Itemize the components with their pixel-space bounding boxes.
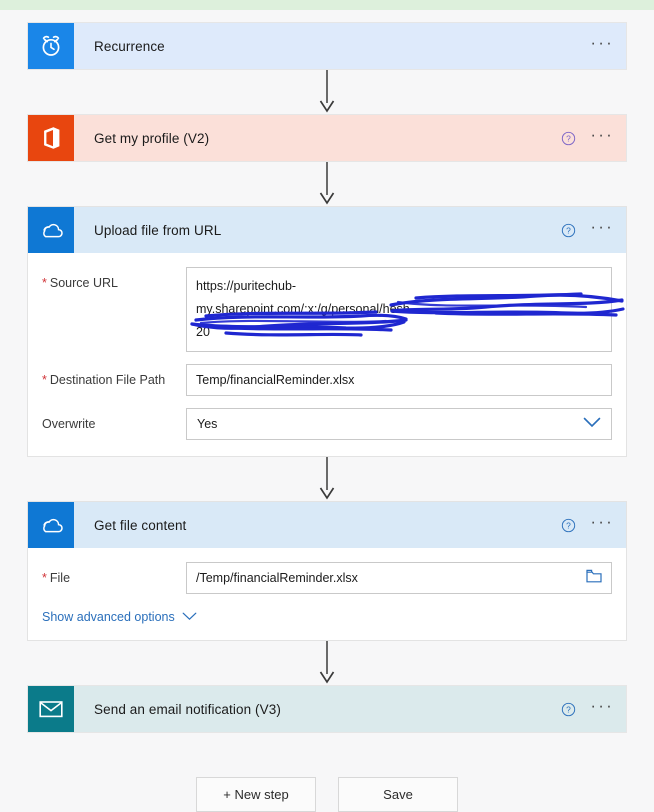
field-control-overwrite: Yes [186, 408, 612, 440]
step-header-actions: ? ··· [561, 686, 614, 732]
connector-arrow [12, 641, 642, 685]
chevron-down-icon[interactable] [583, 416, 601, 432]
show-advanced-options-label: Show advanced options [42, 610, 175, 624]
step-header-actions: ? ··· [561, 115, 614, 161]
step-title: Get file content [94, 517, 187, 533]
overwrite-selected-value: Yes [197, 417, 218, 431]
connector-arrow [12, 457, 642, 501]
field-control-destination-file-path: Temp/financialReminder.xlsx [186, 364, 612, 396]
source-url-line-3: 20 [196, 325, 210, 339]
required-marker: * [42, 571, 47, 585]
field-label-text: File [49, 571, 71, 585]
new-step-button[interactable]: + New step [196, 777, 316, 812]
step-title: Get my profile (V2) [94, 130, 210, 146]
overwrite-dropdown[interactable]: Yes [186, 408, 612, 440]
step-header-actions: ··· [590, 23, 614, 69]
step-body-get-file-content: * File /Temp/financialReminder.xlsx Show… [28, 548, 626, 640]
step-header-recurrence[interactable]: Recurrence ··· [28, 23, 626, 69]
chevron-down-icon [182, 610, 197, 624]
field-control-file: /Temp/financialReminder.xlsx [186, 562, 612, 594]
required-marker: * [42, 276, 47, 290]
svg-text:?: ? [567, 704, 572, 714]
connector-arrow [12, 70, 642, 114]
step-header-send-email-notification[interactable]: Send an email notification (V3) ? ··· [28, 686, 626, 732]
step-menu-button[interactable]: ··· [590, 34, 614, 53]
step-header-upload-file-from-url[interactable]: Upload file from URL ? ··· [28, 207, 626, 253]
help-icon[interactable]: ? [561, 702, 576, 717]
svg-text:?: ? [567, 520, 572, 530]
field-label-overwrite: Overwrite [42, 417, 96, 431]
onedrive-cloud-icon [28, 502, 74, 548]
field-label-destination-file-path: * Destination File Path [42, 364, 186, 388]
file-path-input[interactable]: /Temp/financialReminder.xlsx [186, 562, 612, 594]
help-icon[interactable]: ? [561, 131, 576, 146]
office365-icon [28, 115, 74, 161]
connector-arrow [12, 162, 642, 206]
footer-actions: + New step Save [12, 777, 642, 812]
source-url-line-1: https://puritechub- [196, 279, 297, 293]
top-green-strip [0, 0, 654, 10]
field-label-text: Destination File Path [49, 373, 166, 387]
help-icon[interactable]: ? [561, 223, 576, 238]
folder-picker-icon[interactable] [586, 569, 602, 587]
field-label-text: Source URL [49, 276, 118, 290]
source-url-line-2: my.sharepoint.com/:x:/g/personal/hesh [196, 302, 410, 316]
required-marker: * [42, 373, 47, 387]
show-advanced-options-link[interactable]: Show advanced options [42, 610, 197, 624]
svg-text:?: ? [567, 225, 572, 235]
svg-text:?: ? [567, 133, 572, 143]
onedrive-cloud-icon [28, 207, 74, 253]
file-path-value: /Temp/financialReminder.xlsx [196, 571, 358, 585]
step-title: Upload file from URL [94, 222, 222, 238]
step-title: Send an email notification (V3) [94, 701, 281, 717]
field-control-source-url: https://puritechub- my.sharepoint.com/:x… [186, 267, 625, 352]
field-label-source-url: * Source URL [42, 267, 186, 291]
help-icon[interactable]: ? [561, 518, 576, 533]
save-button[interactable]: Save [338, 777, 458, 812]
step-menu-button[interactable]: ··· [590, 218, 614, 237]
step-menu-button[interactable]: ··· [590, 126, 614, 145]
destination-file-path-input[interactable]: Temp/financialReminder.xlsx [186, 364, 612, 396]
flow-step-get-my-profile[interactable]: Get my profile (V2) ? ··· [27, 114, 627, 162]
step-header-actions: ? ··· [561, 207, 614, 253]
field-row-source-url: * Source URL https://puritechub- my.share… [42, 267, 625, 352]
envelope-icon [28, 686, 74, 732]
step-header-get-my-profile[interactable]: Get my profile (V2) ? ··· [28, 115, 626, 161]
step-title: Recurrence [94, 38, 165, 54]
step-header-actions: ? ··· [561, 502, 614, 548]
field-row-overwrite: Overwrite Yes [42, 408, 612, 440]
field-row-destination-file-path: * Destination File Path Temp/financialRem… [42, 364, 612, 396]
flow-step-send-email-notification[interactable]: Send an email notification (V3) ? ··· [27, 685, 627, 733]
flow-step-recurrence[interactable]: Recurrence ··· [27, 22, 627, 70]
step-body-upload-file-from-url: * Source URL https://puritechub- my.share… [28, 253, 626, 456]
step-menu-button[interactable]: ··· [590, 697, 614, 716]
step-menu-button[interactable]: ··· [590, 513, 614, 532]
step-header-get-file-content[interactable]: Get file content ? ··· [28, 502, 626, 548]
source-url-input[interactable]: https://puritechub- my.sharepoint.com/:x… [186, 267, 612, 352]
flow-step-get-file-content[interactable]: Get file content ? ··· * File /Temp/fina… [27, 501, 627, 641]
flow-step-upload-file-from-url[interactable]: Upload file from URL ? ··· *Source URL [27, 206, 627, 457]
field-row-file: * File /Temp/financialReminder.xlsx [42, 562, 612, 594]
field-label-file: * File [42, 562, 186, 586]
flow-canvas: Recurrence ··· Get my profile (V2) ? ···… [0, 10, 654, 812]
alarm-clock-icon [28, 23, 74, 69]
